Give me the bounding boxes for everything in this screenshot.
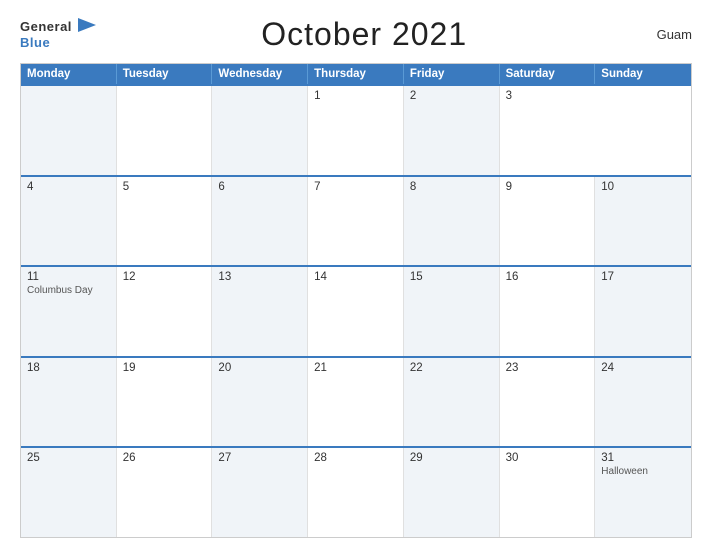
event-halloween: Halloween bbox=[601, 466, 685, 477]
cell-w1-thu: 1 bbox=[308, 86, 404, 175]
cell-w3-thu: 14 bbox=[308, 267, 404, 356]
cell-w1-tue bbox=[117, 86, 213, 175]
header-monday: Monday bbox=[21, 64, 117, 84]
calendar-header: Monday Tuesday Wednesday Thursday Friday… bbox=[21, 64, 691, 84]
month-title: October 2021 bbox=[96, 16, 632, 53]
cell-w2-tue: 5 bbox=[117, 177, 213, 266]
logo-flag-icon bbox=[78, 18, 96, 32]
logo-line1: General bbox=[20, 19, 96, 35]
date-23: 23 bbox=[506, 362, 589, 374]
date-19: 19 bbox=[123, 362, 206, 374]
logo-general-text: General bbox=[20, 19, 72, 34]
week-3: 11 Columbus Day 12 13 14 15 16 bbox=[21, 265, 691, 356]
date-17: 17 bbox=[601, 271, 685, 283]
cell-w2-fri: 8 bbox=[404, 177, 500, 266]
cell-w5-tue: 26 bbox=[117, 448, 213, 537]
event-columbus-day: Columbus Day bbox=[27, 285, 110, 296]
cell-w4-fri: 22 bbox=[404, 358, 500, 447]
date-8: 8 bbox=[410, 181, 493, 193]
date-9: 9 bbox=[506, 181, 589, 193]
date-30: 30 bbox=[506, 452, 589, 464]
date-14: 14 bbox=[314, 271, 397, 283]
region-label: Guam bbox=[632, 27, 692, 42]
cell-w1-fri: 2 bbox=[404, 86, 500, 175]
week-5: 25 26 27 28 29 30 31 H bbox=[21, 446, 691, 537]
cell-w2-sun: 10 bbox=[595, 177, 691, 266]
date-5: 5 bbox=[123, 181, 206, 193]
date-26: 26 bbox=[123, 452, 206, 464]
cell-w2-wed: 6 bbox=[212, 177, 308, 266]
header: General Blue October 2021 Guam bbox=[20, 16, 692, 53]
date-27: 27 bbox=[218, 452, 301, 464]
header-thursday: Thursday bbox=[308, 64, 404, 84]
date-11: 11 bbox=[27, 271, 110, 283]
logo-blue-text: Blue bbox=[20, 35, 50, 50]
cell-w5-thu: 28 bbox=[308, 448, 404, 537]
date-22: 22 bbox=[410, 362, 493, 374]
cell-w1-wed bbox=[212, 86, 308, 175]
cell-w1-mon bbox=[21, 86, 117, 175]
cell-w3-sun: 17 bbox=[595, 267, 691, 356]
cell-w4-tue: 19 bbox=[117, 358, 213, 447]
cell-w3-tue: 12 bbox=[117, 267, 213, 356]
week-1: 1 2 3 bbox=[21, 84, 691, 175]
cell-w4-thu: 21 bbox=[308, 358, 404, 447]
date-4: 4 bbox=[27, 181, 110, 193]
date-16: 16 bbox=[506, 271, 589, 283]
cell-w2-mon: 4 bbox=[21, 177, 117, 266]
date-25: 25 bbox=[27, 452, 110, 464]
cell-w5-mon: 25 bbox=[21, 448, 117, 537]
header-saturday: Saturday bbox=[500, 64, 596, 84]
cell-w4-sat: 23 bbox=[500, 358, 596, 447]
date-1: 1 bbox=[314, 90, 397, 102]
cell-w3-wed: 13 bbox=[212, 267, 308, 356]
date-29: 29 bbox=[410, 452, 493, 464]
logo-line2: Blue bbox=[20, 35, 96, 51]
date-2: 2 bbox=[410, 90, 493, 102]
date-12: 12 bbox=[123, 271, 206, 283]
date-10: 10 bbox=[601, 181, 685, 193]
cell-w4-sun: 24 bbox=[595, 358, 691, 447]
calendar: Monday Tuesday Wednesday Thursday Friday… bbox=[20, 63, 692, 538]
header-wednesday: Wednesday bbox=[212, 64, 308, 84]
date-18: 18 bbox=[27, 362, 110, 374]
header-friday: Friday bbox=[404, 64, 500, 84]
date-28: 28 bbox=[314, 452, 397, 464]
header-sunday: Sunday bbox=[595, 64, 691, 84]
cell-w5-sat: 30 bbox=[500, 448, 596, 537]
date-20: 20 bbox=[218, 362, 301, 374]
cell-w3-fri: 15 bbox=[404, 267, 500, 356]
date-7: 7 bbox=[314, 181, 397, 193]
cell-w2-sat: 9 bbox=[500, 177, 596, 266]
header-tuesday: Tuesday bbox=[117, 64, 213, 84]
calendar-page: General Blue October 2021 Guam Monday Tu… bbox=[0, 0, 712, 550]
cell-w4-wed: 20 bbox=[212, 358, 308, 447]
cell-w3-mon: 11 Columbus Day bbox=[21, 267, 117, 356]
cell-w5-wed: 27 bbox=[212, 448, 308, 537]
logo: General Blue bbox=[20, 19, 96, 51]
cell-w3-sat: 16 bbox=[500, 267, 596, 356]
cell-w2-thu: 7 bbox=[308, 177, 404, 266]
calendar-body: 1 2 3 4 5 6 bbox=[21, 84, 691, 537]
week-4: 18 19 20 21 22 23 24 bbox=[21, 356, 691, 447]
cell-w1-sat: 3 bbox=[500, 86, 596, 175]
date-13: 13 bbox=[218, 271, 301, 283]
date-24: 24 bbox=[601, 362, 685, 374]
date-31: 31 bbox=[601, 452, 685, 464]
date-21: 21 bbox=[314, 362, 397, 374]
date-15: 15 bbox=[410, 271, 493, 283]
date-6: 6 bbox=[218, 181, 301, 193]
week-2: 4 5 6 7 8 9 10 bbox=[21, 175, 691, 266]
date-3: 3 bbox=[506, 90, 590, 102]
cell-w5-sun: 31 Halloween bbox=[595, 448, 691, 537]
cell-w5-fri: 29 bbox=[404, 448, 500, 537]
cell-w4-mon: 18 bbox=[21, 358, 117, 447]
